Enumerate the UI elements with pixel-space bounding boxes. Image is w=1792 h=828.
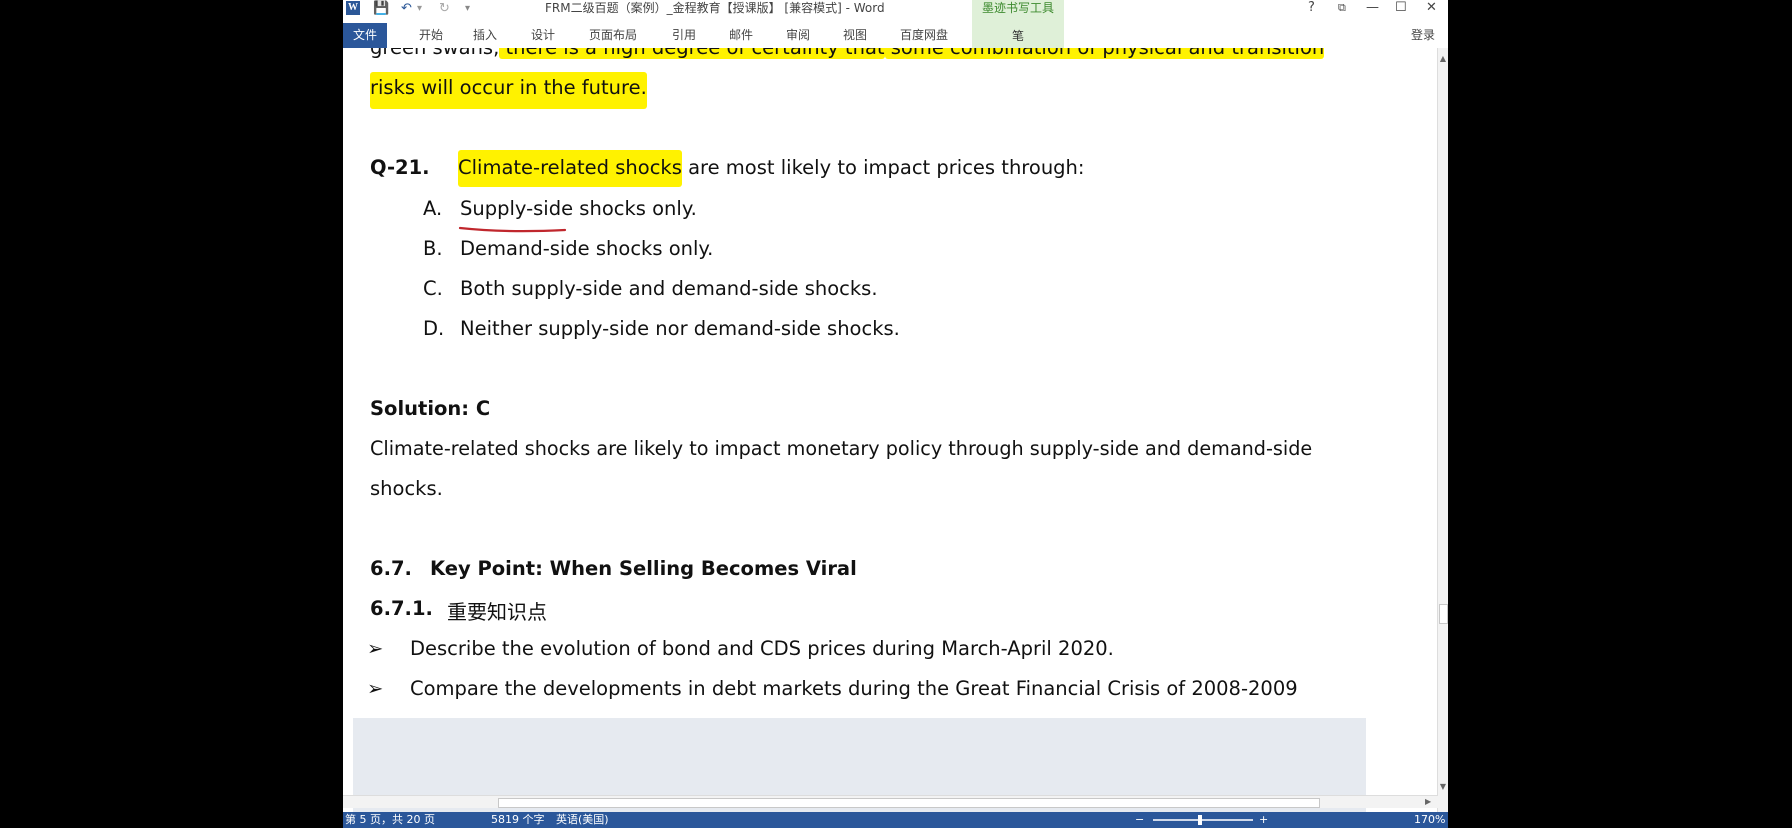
word-count[interactable]: 5819 个字 [491,812,545,828]
bullet-text: Describe the evolution of bond and CDS p… [410,637,1114,660]
option-letter: B. [423,237,443,260]
highlighted-text: there is a high degree of certainty that [499,48,885,59]
highlighted-text: risks will occur in the future. [370,72,647,109]
word-window: W 💾 ↶ ▾ ↻ ▾ FRM二级百题（案例）_金程教育【授课版】 [兼容模式]… [343,0,1448,828]
tab-review[interactable]: 审阅 [786,23,810,48]
option-letter: C. [423,277,443,300]
customize-quick-access-icon[interactable]: ▾ [465,0,470,18]
undo-icon[interactable]: ↶ [401,0,412,18]
subsection-number: 6.7.1. [370,597,433,620]
tab-design[interactable]: 设计 [531,23,555,48]
option-text: Both supply-side and demand-side shocks. [460,277,878,300]
tab-view[interactable]: 视图 [843,23,867,48]
bullet-arrow-icon: ➢ [367,677,384,700]
tab-page-layout[interactable]: 页面布局 [589,23,637,48]
solution-text-line-2: shocks. [370,477,443,500]
ink-underline [458,226,567,233]
horizontal-scrollbar[interactable]: ▶ [343,795,1438,808]
language-indicator[interactable]: 英语(美国) [556,812,609,828]
zoom-slider-knob[interactable] [1198,815,1202,825]
help-icon[interactable]: ? [1308,0,1315,16]
question-number: Q-21. [370,156,430,179]
solution-title: Solution: C [370,397,491,420]
prev-text-a: green swans, [370,48,499,59]
zoom-out-button[interactable]: − [1135,812,1144,828]
option-text: Supply-side shocks only. [460,197,697,220]
save-icon[interactable]: 💾 [373,0,389,18]
question-stem: Climate-related shocks are most likely t… [458,150,1085,187]
option-text: Neither supply-side nor demand-side shoc… [460,317,900,340]
status-bar: 第 5 页，共 20 页 5819 个字 英语(美国) − + 170% [343,812,1448,828]
bullet-text: Compare the developments in debt markets… [410,677,1298,700]
tab-baidu-netdisk[interactable]: 百度网盘 [900,23,948,48]
option-letter: A. [423,197,443,220]
tab-references[interactable]: 引用 [672,23,696,48]
solution-text-line-1: Climate-related shocks are likely to imp… [370,437,1313,460]
page-count[interactable]: 第 5 页，共 20 页 [345,812,435,828]
section-number: 6.7. [370,557,412,580]
option-letter: D. [423,317,445,340]
highlighted-stem: Climate-related shocks [458,150,682,187]
document-title: FRM二级百题（案例）_金程教育【授课版】 [兼容模式] - Word [545,1,885,15]
section-title: Key Point: When Selling Becomes Viral [430,557,857,580]
login-link[interactable]: 登录 [1411,23,1435,48]
tab-home[interactable]: 开始 [419,23,443,48]
ribbon-display-options-icon[interactable]: ⧉ [1338,0,1346,16]
tab-pen[interactable]: 笔 [972,27,1064,44]
stem-rest: are most likely to impact prices through… [681,156,1085,179]
highlighted-text: some combination of physical and transit… [884,48,1325,59]
tab-insert[interactable]: 插入 [473,23,497,48]
document-page[interactable]: green swans, there is a high degree of c… [343,48,1438,812]
title-bar: W 💾 ↶ ▾ ↻ ▾ FRM二级百题（案例）_金程教育【授课版】 [兼容模式]… [343,0,1448,18]
scroll-up-icon[interactable]: ▲ [1438,54,1448,64]
scroll-right-icon[interactable]: ▶ [1425,796,1431,808]
word-app-icon[interactable]: W [346,1,360,15]
close-icon[interactable]: ✕ [1426,0,1437,16]
zoom-in-button[interactable]: + [1259,812,1268,828]
horizontal-scroll-thumb[interactable] [498,798,1320,808]
maximize-icon[interactable]: ☐ [1395,0,1407,16]
redo-icon[interactable]: ↻ [439,0,450,18]
previous-paragraph-line-1: green swans, there is a high degree of c… [370,48,1325,59]
vertical-scrollbar[interactable]: ▲ ▼ [1437,48,1448,812]
zoom-level[interactable]: 170% [1414,812,1445,828]
subsection-title: 重要知识点 [447,600,547,624]
previous-paragraph-line-2: risks will occur in the future. [370,72,647,109]
option-text: Demand-side shocks only. [460,237,714,260]
scroll-thumb[interactable] [1439,604,1448,624]
bullet-arrow-icon: ➢ [367,637,384,660]
zoom-slider[interactable] [1153,819,1253,821]
ink-tools-label: 墨迹书写工具 [981,1,1054,15]
ink-tools-group: 墨迹书写工具 笔 [972,0,1064,48]
tab-mailings[interactable]: 邮件 [729,23,753,48]
ribbon-tabs: 文件 开始 插入 设计 页面布局 引用 邮件 审阅 视图 百度网盘 登录 [343,18,1448,48]
scroll-down-icon[interactable]: ▼ [1438,782,1448,792]
minimize-icon[interactable]: — [1366,0,1379,16]
undo-dropdown-icon[interactable]: ▾ [417,0,422,18]
tab-file[interactable]: 文件 [343,23,387,48]
